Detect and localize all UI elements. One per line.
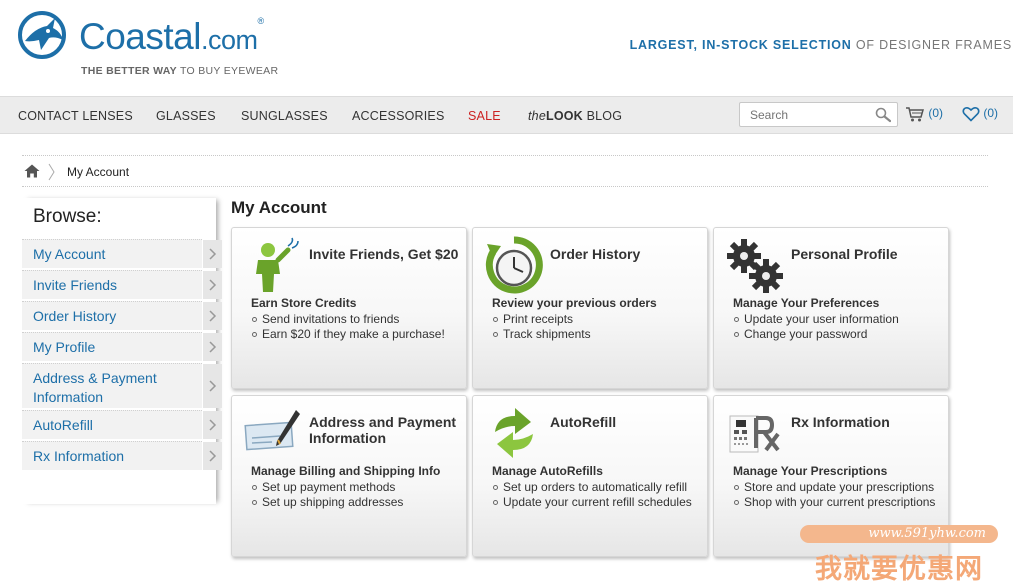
card-subtitle: Manage AutoRefills bbox=[492, 464, 603, 478]
card-subtitle: Review your previous orders bbox=[492, 296, 657, 310]
card-title: Rx Information bbox=[791, 414, 890, 430]
card-subtitle: Manage Your Prescriptions bbox=[733, 464, 888, 478]
site-watermark: www.591yhw.com 我就要优惠网 bbox=[800, 525, 1010, 585]
list-item: Send invitations to friends bbox=[251, 312, 445, 327]
breadcrumb: My Account bbox=[22, 155, 988, 187]
card-bullets: Store and update your prescriptions Shop… bbox=[733, 480, 935, 510]
list-item: Track shipments bbox=[492, 327, 591, 342]
coastal-logo-icon bbox=[18, 11, 66, 59]
card-subtitle: Earn Store Credits bbox=[251, 296, 357, 310]
check-pen-icon bbox=[244, 410, 300, 451]
nav-sale[interactable]: SALE bbox=[468, 109, 501, 123]
chevron-right-icon bbox=[202, 364, 222, 408]
logo-wordmark: Coastal.com® bbox=[79, 16, 264, 57]
card-autorefill[interactable]: AutoRefill Manage AutoRefills Set up ord… bbox=[472, 395, 708, 557]
sidebar-item-label: Rx Information bbox=[33, 448, 125, 464]
refill-arrows-icon bbox=[495, 408, 533, 458]
cart-link[interactable]: (0) bbox=[905, 106, 943, 124]
clock-history-icon bbox=[485, 236, 543, 294]
person-invite-icon bbox=[256, 237, 299, 292]
card-title: AutoRefill bbox=[550, 414, 617, 430]
card-bullets: Send invitations to friends Earn $20 if … bbox=[251, 312, 445, 342]
nav-accessories[interactable]: ACCESSORIES bbox=[352, 109, 445, 123]
list-item: Update your user information bbox=[733, 312, 899, 327]
search-icon[interactable] bbox=[875, 107, 891, 123]
sidebar-item-label: AutoRefill bbox=[33, 417, 93, 433]
site-header: Coastal.com® THE BETTER WAY TO BUY EYEWE… bbox=[0, 0, 1013, 96]
sidebar-item-order-history[interactable]: Order History bbox=[22, 301, 222, 330]
card-subtitle: Manage Billing and Shipping Info bbox=[251, 464, 441, 478]
page-title: My Account bbox=[231, 198, 327, 217]
list-item: Earn $20 if they make a purchase! bbox=[251, 327, 445, 342]
chevron-right-icon bbox=[202, 442, 222, 470]
nav-contact-lenses[interactable]: CONTACT LENSES bbox=[18, 109, 133, 123]
wishlist-link[interactable]: (0) bbox=[962, 106, 998, 124]
sidebar-item-label: Address & Payment Information bbox=[33, 370, 157, 405]
list-item: Change your password bbox=[733, 327, 899, 342]
watermark-text: 我就要优惠网 bbox=[815, 554, 983, 585]
list-item: Store and update your prescriptions bbox=[733, 480, 935, 495]
card-bullets: Set up payment methods Set up shipping a… bbox=[251, 480, 403, 510]
breadcrumb-current: My Account bbox=[67, 165, 130, 179]
chevron-right-icon bbox=[202, 411, 222, 439]
browse-sidebar: Browse: My Account Invite Friends Order … bbox=[22, 198, 222, 504]
card-title: Invite Friends, Get $20 bbox=[309, 246, 459, 262]
eye-chart-rx-icon bbox=[729, 415, 780, 453]
sidebar-item-autorefill[interactable]: AutoRefill bbox=[22, 410, 222, 439]
sidebar-item-my-account[interactable]: My Account bbox=[22, 239, 222, 268]
nav-the-look-blog[interactable]: theLOOK BLOG bbox=[528, 109, 622, 123]
sidebar-item-label: Order History bbox=[33, 308, 117, 324]
gears-icon bbox=[727, 239, 783, 293]
card-bullets: Update your user information Change your… bbox=[733, 312, 899, 342]
nav-sunglasses[interactable]: SUNGLASSES bbox=[241, 109, 328, 123]
sidebar-title: Browse: bbox=[33, 206, 102, 227]
card-invite-friends[interactable]: Invite Friends, Get $20 Earn Store Credi… bbox=[231, 227, 467, 389]
sidebar-item-label: Invite Friends bbox=[33, 277, 118, 293]
cart-icon bbox=[906, 107, 924, 122]
card-address-payment[interactable]: Address and Payment Information Manage B… bbox=[231, 395, 467, 557]
list-item: Set up orders to automatically refill bbox=[492, 480, 692, 495]
card-bullets: Print receipts Track shipments bbox=[492, 312, 591, 342]
list-item: Shop with your current prescriptions bbox=[733, 495, 935, 510]
heart-icon bbox=[962, 106, 980, 122]
chevron-right-icon bbox=[202, 302, 222, 330]
card-title: Address and Payment Information bbox=[309, 414, 457, 446]
coastal-logo[interactable]: Coastal.com® THE BETTER WAY TO BUY EYEWE… bbox=[11, 10, 291, 80]
sidebar-item-label: My Account bbox=[33, 246, 106, 262]
search-input[interactable] bbox=[740, 103, 868, 126]
main-nav: CONTACT LENSES GLASSES SUNGLASSES ACCESS… bbox=[0, 96, 1013, 134]
list-item: Set up shipping addresses bbox=[251, 495, 403, 510]
cart-count: (0) bbox=[928, 106, 944, 121]
sidebar-item-my-profile[interactable]: My Profile bbox=[22, 332, 222, 361]
card-title: Order History bbox=[550, 246, 641, 262]
nav-glasses[interactable]: GLASSES bbox=[156, 109, 216, 123]
list-item: Update your current refill schedules bbox=[492, 495, 692, 510]
list-item: Print receipts bbox=[492, 312, 591, 327]
sidebar-item-rx-information[interactable]: Rx Information bbox=[22, 441, 222, 470]
home-icon[interactable] bbox=[24, 164, 40, 178]
watermark-url: www.591yhw.com bbox=[800, 525, 998, 543]
logo-tagline: THE BETTER WAY TO BUY EYEWEAR bbox=[81, 65, 279, 77]
header-slogan: LARGEST, IN-STOCK SELECTION OF DESIGNER … bbox=[629, 38, 1012, 52]
chevron-right-icon bbox=[202, 271, 222, 299]
card-subtitle: Manage Your Preferences bbox=[733, 296, 880, 310]
sidebar-item-label: My Profile bbox=[33, 339, 96, 355]
search-box bbox=[739, 102, 898, 127]
card-title: Personal Profile bbox=[791, 246, 898, 262]
chevron-right-icon bbox=[202, 333, 222, 361]
breadcrumb-separator-icon bbox=[48, 163, 55, 181]
card-personal-profile[interactable]: Personal Profile Manage Your Preferences… bbox=[713, 227, 949, 389]
chevron-right-icon bbox=[202, 240, 222, 268]
sidebar-item-address-payment[interactable]: Address & Payment Information bbox=[22, 363, 222, 408]
list-item: Set up payment methods bbox=[251, 480, 403, 495]
card-order-history[interactable]: Order History Review your previous order… bbox=[472, 227, 708, 389]
sidebar-item-invite-friends[interactable]: Invite Friends bbox=[22, 270, 222, 299]
wishlist-count: (0) bbox=[983, 106, 999, 121]
card-bullets: Set up orders to automatically refill Up… bbox=[492, 480, 692, 510]
